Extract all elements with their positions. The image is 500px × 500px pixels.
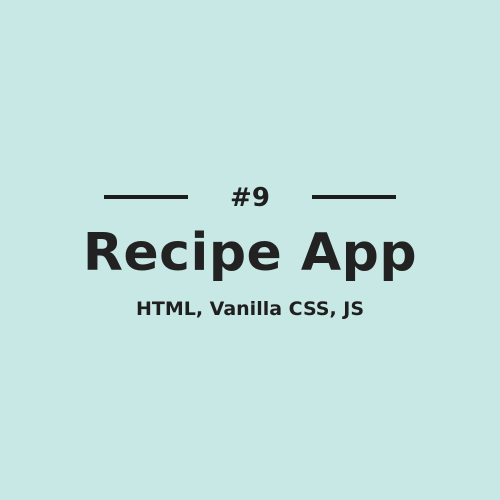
title-card: #9 Recipe App HTML, Vanilla CSS, JS xyxy=(0,0,500,500)
right-divider-line xyxy=(312,195,396,199)
left-divider-line xyxy=(104,195,188,199)
project-number: #9 xyxy=(230,183,270,213)
tech-stack-subtitle: HTML, Vanilla CSS, JS xyxy=(135,298,365,320)
page-title: Recipe App xyxy=(82,223,418,283)
